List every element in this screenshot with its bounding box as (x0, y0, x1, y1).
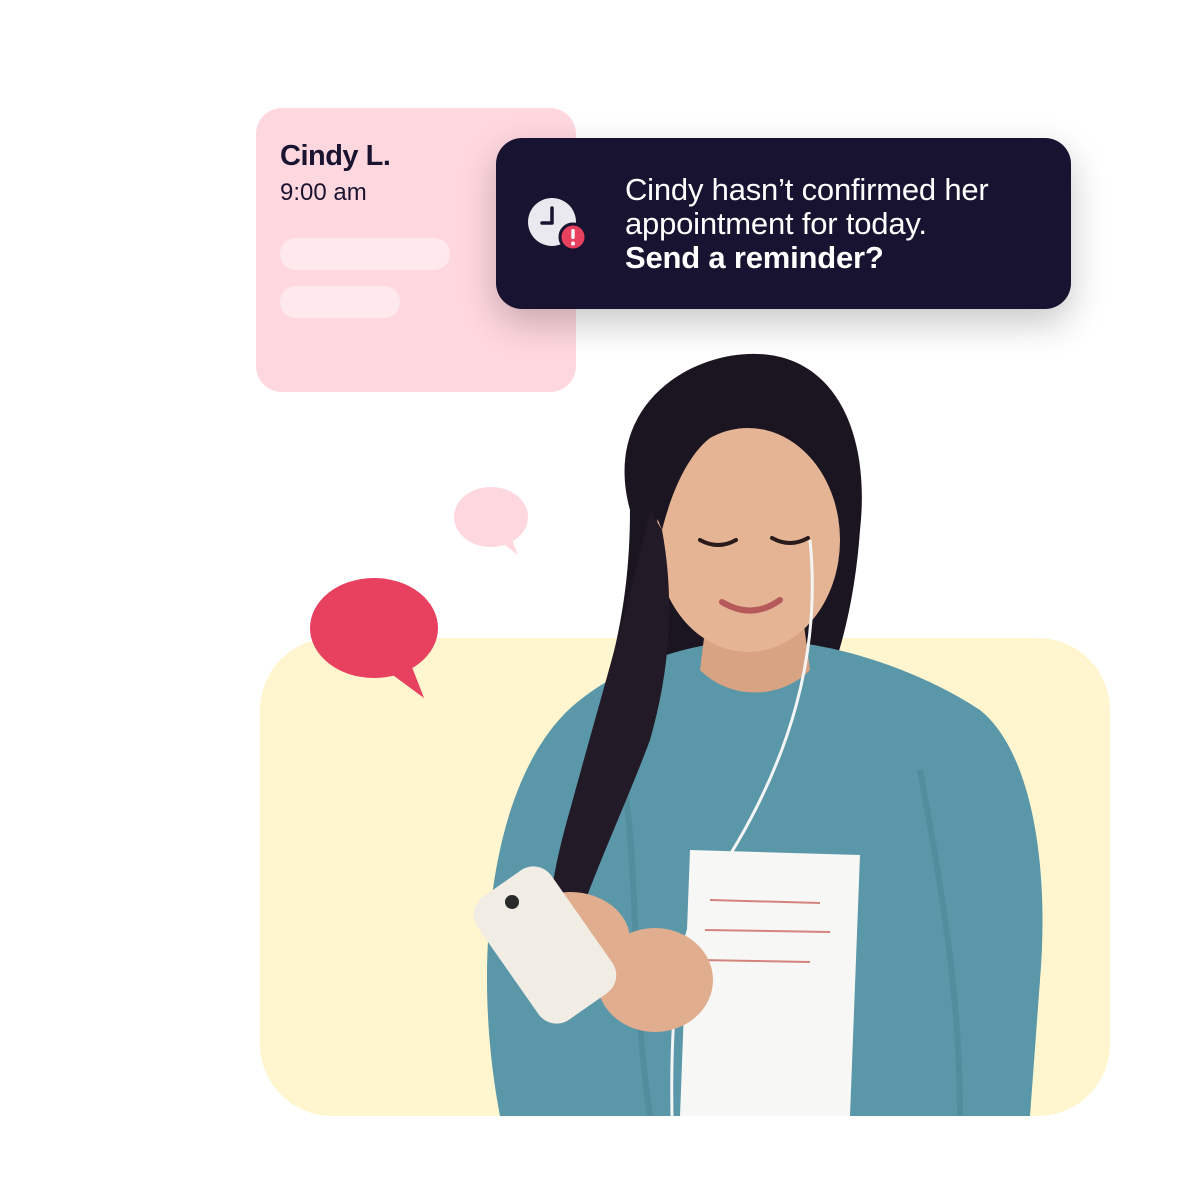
woman-with-phone-illustration (473, 353, 1043, 1116)
send-reminder-link[interactable]: Send a reminder? (625, 241, 1055, 275)
notification-message: Cindy hasn’t confirmed her appointment f… (625, 173, 1055, 275)
notification-line: appointment for today. (625, 206, 927, 241)
notification-line: Cindy hasn’t confirmed her (625, 172, 989, 207)
clock-alert-icon (528, 198, 588, 252)
placeholder-line (280, 286, 400, 318)
reminder-notification[interactable]: Cindy hasn’t confirmed her appointment f… (496, 138, 1071, 309)
placeholder-line (280, 238, 450, 270)
